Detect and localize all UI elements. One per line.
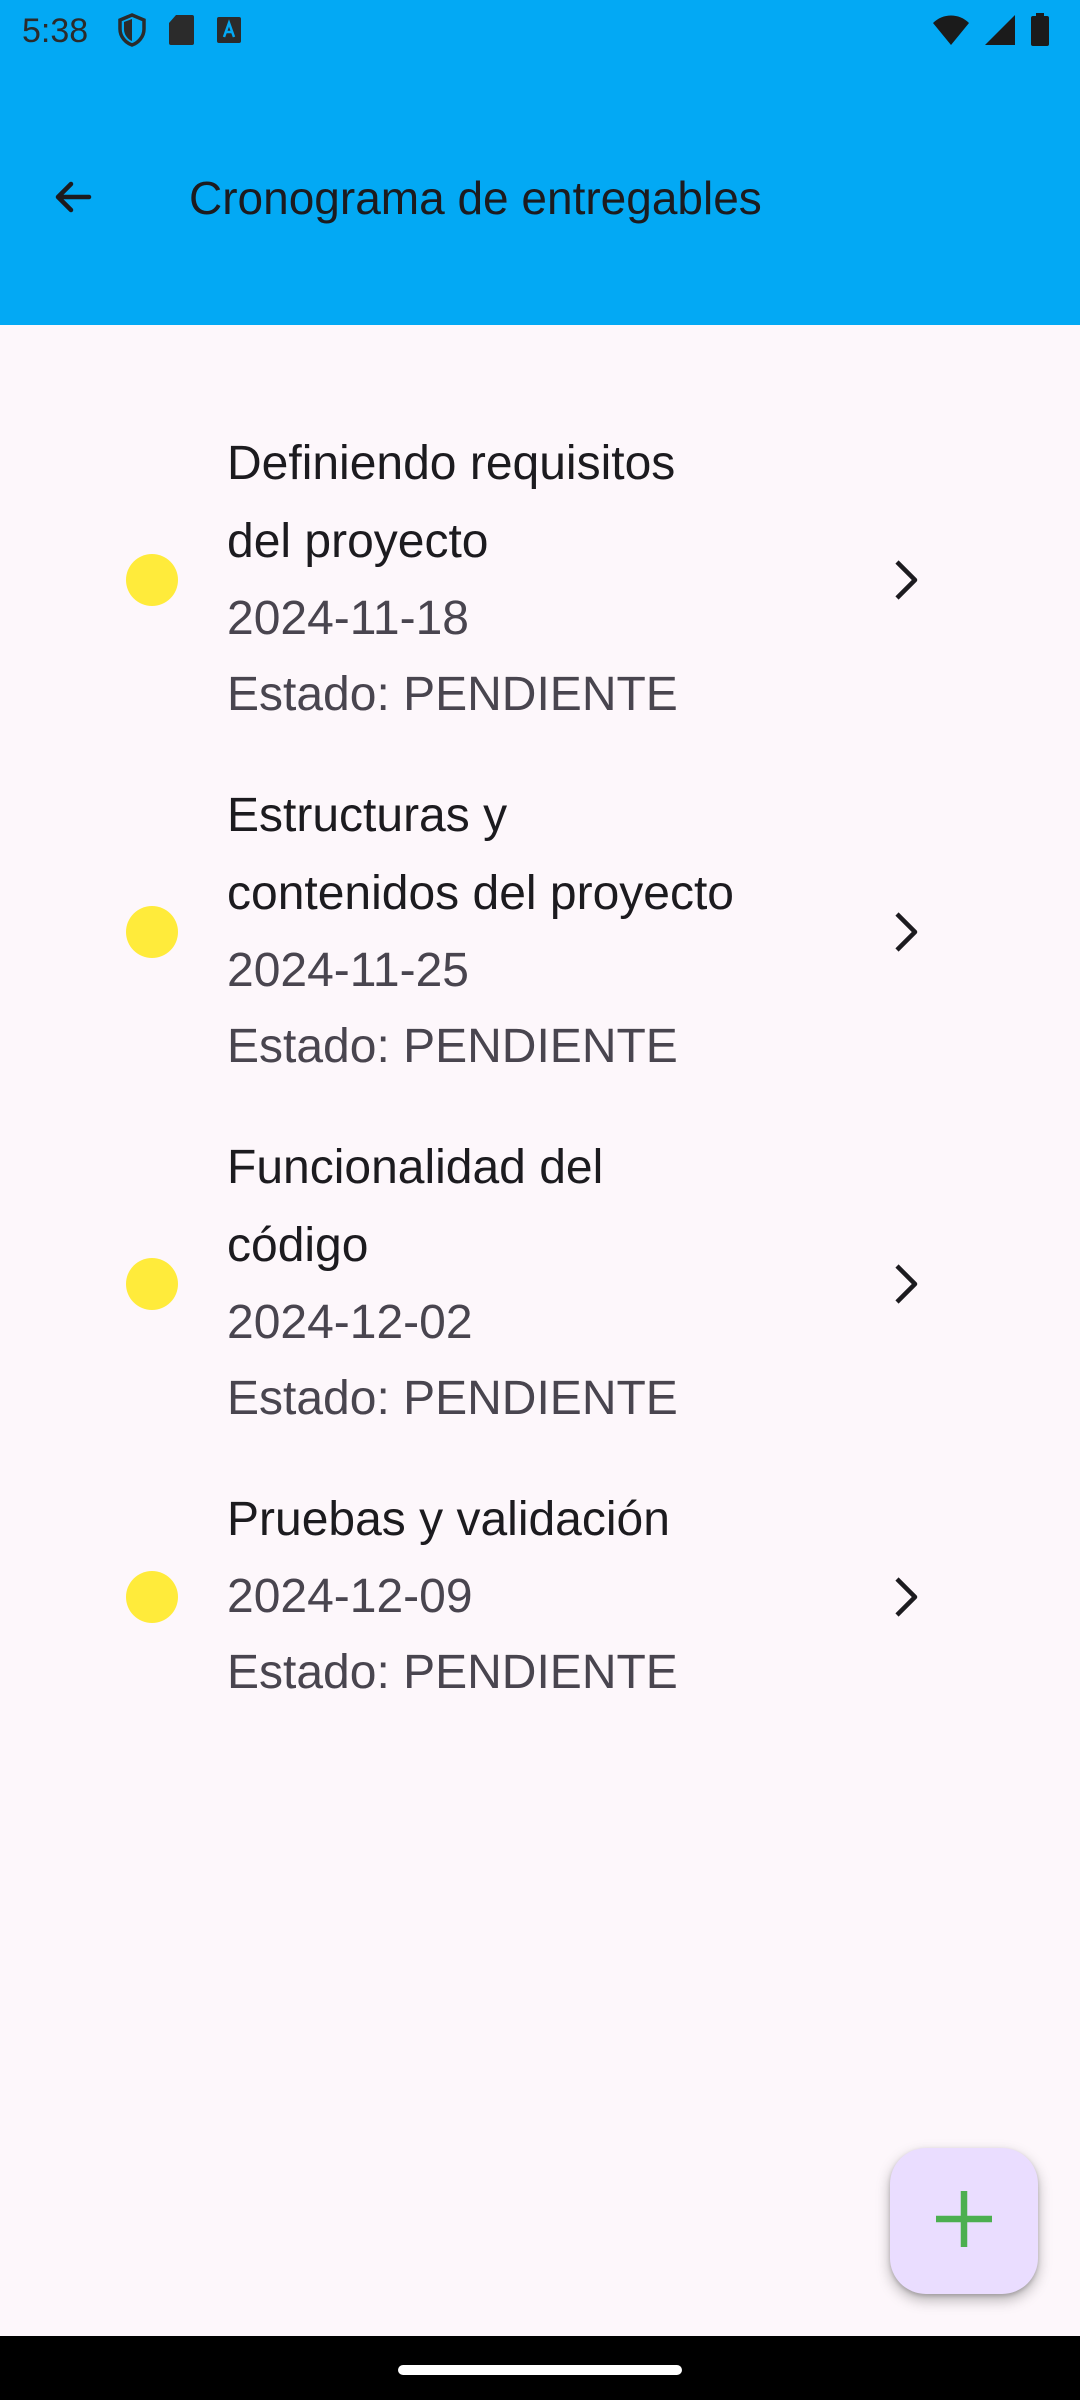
chevron-right-icon (880, 1258, 932, 1310)
item-title-line: Estructuras y (227, 789, 508, 842)
item-title-line: Pruebas y validación (227, 1493, 670, 1546)
item-status: Estado: PENDIENTE (227, 668, 678, 721)
item-title-line: Definiendo requisitos (227, 437, 676, 490)
chevron-right-icon (880, 554, 932, 606)
item-title-line: Funcionalidad del (227, 1141, 604, 1194)
item-status: Estado: PENDIENTE (227, 1020, 678, 1073)
home-indicator[interactable] (398, 2365, 682, 2375)
status-dot (126, 1571, 178, 1623)
status-dot (126, 1258, 178, 1310)
app-bar: 5:38 Cronograma de entregables (0, 0, 1080, 325)
sd-card-icon (168, 14, 194, 51)
battery-icon (1030, 12, 1050, 52)
status-bar: 5:38 (0, 0, 1080, 64)
item-title-line: del proyecto (227, 515, 489, 568)
chevron-right-icon (880, 1571, 932, 1623)
list-item[interactable]: Definiendo requisitos del proyecto 2024-… (0, 425, 1080, 775)
item-title-line: contenidos del proyecto (227, 867, 734, 920)
list-item[interactable]: Pruebas y validación 2024-12-09 Estado: … (0, 1481, 1080, 1753)
status-time: 5:38 (22, 12, 89, 50)
chevron-right-icon (880, 906, 932, 958)
status-dot (126, 906, 178, 958)
item-date: 2024-11-25 (227, 944, 469, 997)
cell-signal-icon (984, 14, 1016, 51)
status-left-icons (118, 12, 242, 52)
arrow-back-icon (49, 173, 97, 226)
status-dot (126, 554, 178, 606)
add-deliverable-button[interactable] (890, 2148, 1038, 2294)
list-item[interactable]: Estructuras y contenidos del proyecto 20… (0, 777, 1080, 1127)
page-title: Cronograma de entregables (189, 172, 762, 224)
shield-icon (118, 12, 146, 52)
text-a-icon (216, 16, 242, 49)
back-button[interactable] (34, 160, 112, 238)
item-title-line: código (227, 1219, 369, 1272)
wifi-icon (932, 14, 970, 51)
item-status: Estado: PENDIENTE (227, 1646, 678, 1699)
item-date: 2024-11-18 (227, 592, 469, 645)
item-date: 2024-12-02 (227, 1296, 473, 1349)
screen: 5:38 Cronograma de entregables Definiend… (0, 0, 1080, 2400)
list-item[interactable]: Funcionalidad del código 2024-12-02 Esta… (0, 1129, 1080, 1479)
plus-icon (932, 2187, 996, 2256)
status-right-icons (932, 12, 1050, 52)
item-status: Estado: PENDIENTE (227, 1372, 678, 1425)
item-date: 2024-12-09 (227, 1570, 473, 1623)
